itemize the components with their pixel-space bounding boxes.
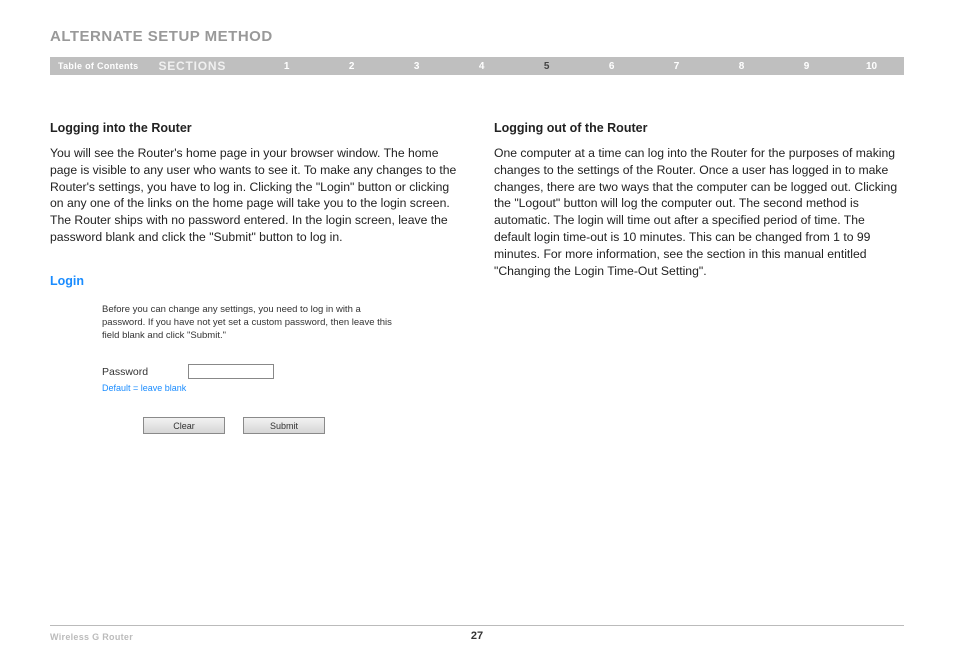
nav-sections-label: SECTIONS [152, 59, 254, 73]
login-instructions: Before you can change any settings, you … [102, 304, 396, 342]
nav-toc-link[interactable]: Table of Contents [50, 61, 152, 71]
right-heading: Logging out of the Router [494, 121, 904, 135]
nav-section-9[interactable]: 9 [774, 61, 839, 72]
page-footer: Wireless G Router 27 [50, 625, 904, 642]
nav-section-4[interactable]: 4 [449, 61, 514, 72]
nav-section-2[interactable]: 2 [319, 61, 384, 72]
page-title: ALTERNATE SETUP METHOD [50, 28, 904, 45]
clear-button[interactable]: Clear [143, 417, 225, 434]
nav-section-5[interactable]: 5 [514, 61, 579, 72]
password-label: Password [102, 366, 148, 378]
left-heading: Logging into the Router [50, 121, 460, 135]
left-body: You will see the Router's home page in y… [50, 145, 460, 246]
right-column: Logging out of the Router One computer a… [494, 121, 904, 448]
nav-section-6[interactable]: 6 [579, 61, 644, 72]
login-title: Login [50, 274, 410, 294]
right-body: One computer at a time can log into the … [494, 145, 904, 280]
password-input[interactable] [188, 364, 274, 379]
nav-section-8[interactable]: 8 [709, 61, 774, 72]
nav-section-7[interactable]: 7 [644, 61, 709, 72]
nav-section-1[interactable]: 1 [254, 61, 319, 72]
left-column: Logging into the Router You will see the… [50, 121, 460, 448]
submit-button[interactable]: Submit [243, 417, 325, 434]
login-panel: Login Before you can change any settings… [50, 274, 410, 448]
nav-section-3[interactable]: 3 [384, 61, 449, 72]
section-nav: Table of Contents SECTIONS 1 2 3 4 5 6 7… [50, 57, 904, 75]
nav-section-10[interactable]: 10 [839, 61, 904, 72]
password-hint: Default = leave blank [102, 383, 396, 393]
page-number: 27 [50, 630, 904, 642]
